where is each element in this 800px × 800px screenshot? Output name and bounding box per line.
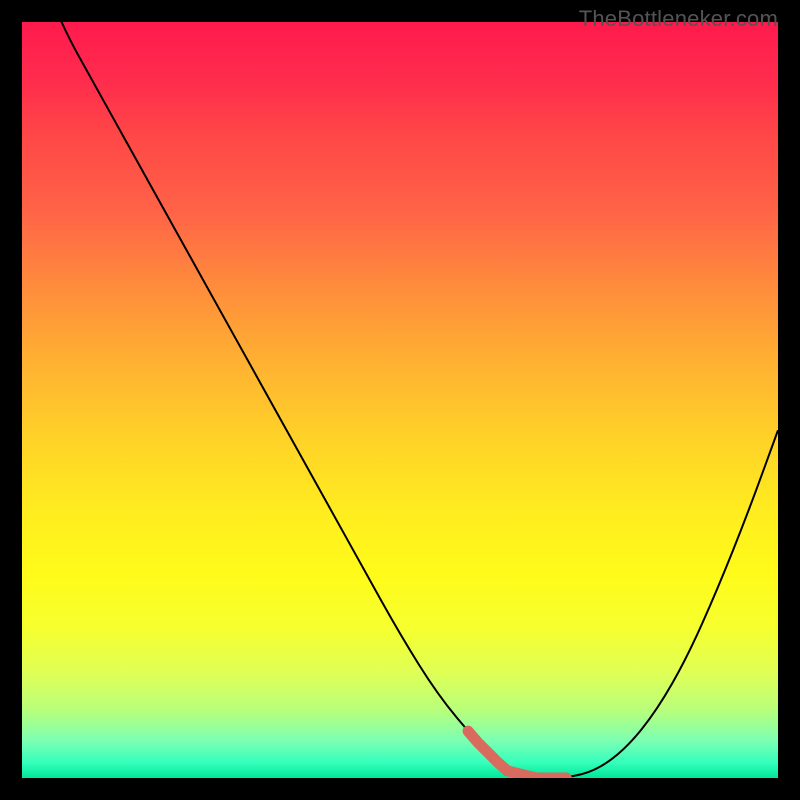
plot-gradient-background (22, 22, 778, 778)
watermark-label: TheBottleneker.com (579, 6, 778, 32)
chart-container: TheBottleneker.com (0, 0, 800, 800)
